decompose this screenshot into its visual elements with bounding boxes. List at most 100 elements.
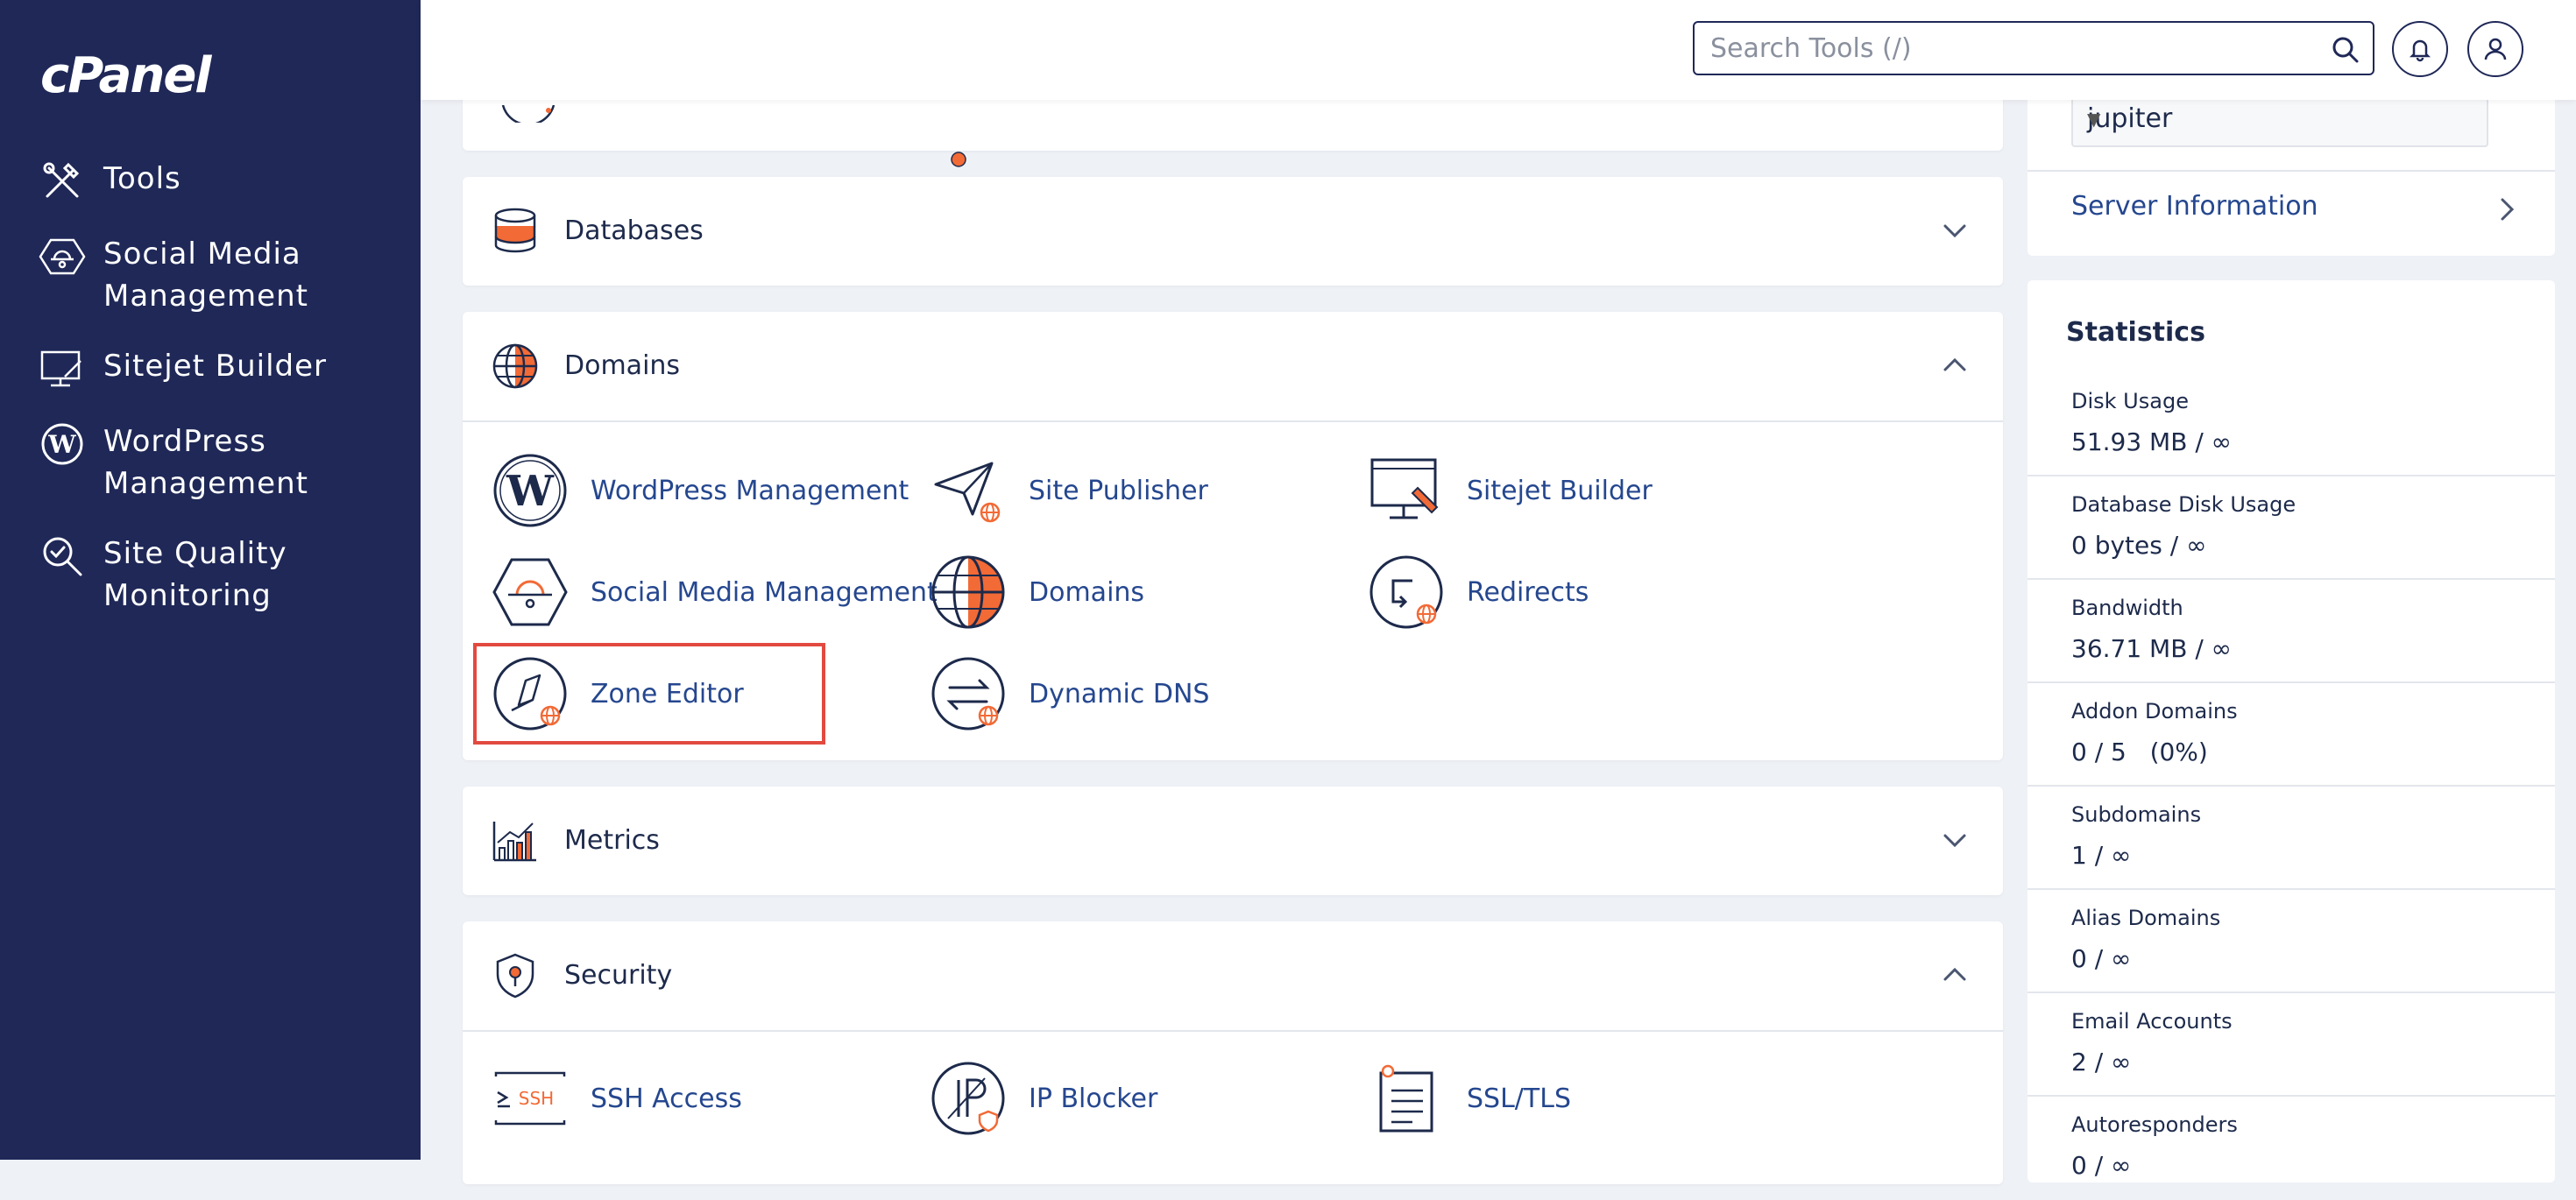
statistics-panel: Statistics Disk Usage 51.93 MB / ∞ Datab… <box>2028 280 2555 1182</box>
section-title: Metrics <box>564 825 660 856</box>
svg-text:W: W <box>506 467 555 516</box>
section-title: Domains <box>564 350 681 381</box>
tool-label: Domains <box>1029 576 1145 608</box>
stat-value: 0 / ∞ <box>2071 944 2132 973</box>
domains-header[interactable]: Domains <box>463 312 2003 420</box>
stat-disk-usage[interactable]: Disk Usage 51.93 MB / ∞ <box>2028 373 2555 476</box>
sidebar-item-wordpress[interactable]: W WordPress Management <box>39 420 407 505</box>
metrics-section: Metrics <box>463 787 2003 895</box>
domains-section: Domains W WordPress Management Site Publ… <box>463 312 2003 760</box>
sidebar-item-label: Tools <box>103 161 181 196</box>
stat-value: 1 / ∞ <box>2071 841 2132 870</box>
cpanel-logo[interactable]: cPanel <box>40 40 211 110</box>
tool-wordpress-management[interactable]: W WordPress Management <box>492 448 909 533</box>
stat-name: Autoresponders <box>2071 1112 2238 1137</box>
partial-tool-icon <box>501 105 556 123</box>
stat-autoresponders[interactable]: Autoresponders 0 / ∞ <box>2028 1097 2555 1200</box>
stat-name: Database Disk Usage <box>2071 492 2296 517</box>
databases-section: Databases <box>463 177 2003 286</box>
tool-redirects[interactable]: Redirects <box>1369 550 1589 634</box>
stat-value: 0 bytes / ∞ <box>2071 531 2207 560</box>
section-title: Databases <box>564 215 704 246</box>
stat-value: 36.71 MB / ∞ <box>2071 634 2232 663</box>
bell-icon <box>2409 39 2431 62</box>
sidebar-nav: Tools Social Media Management Sitejet Bu… <box>39 158 407 645</box>
stat-name: Alias Domains <box>2071 906 2221 930</box>
tool-site-publisher[interactable]: Site Publisher <box>931 448 1208 533</box>
section-title: Security <box>564 960 673 991</box>
user-icon <box>2484 38 2507 60</box>
notifications-button[interactable] <box>2392 21 2448 77</box>
social-media-icon <box>39 238 86 275</box>
sidebar-item-label: Site Quality Monitoring <box>103 536 287 613</box>
tool-ip-blocker[interactable]: IP Blocker <box>931 1056 1157 1140</box>
top-bar <box>421 0 2576 100</box>
chevron-down-icon[interactable] <box>1940 215 1970 245</box>
wordpress-icon: W <box>493 454 567 527</box>
tools-icon <box>43 162 80 198</box>
site-quality-icon <box>43 537 82 576</box>
stat-name: Addon Domains <box>2071 699 2238 724</box>
databases-header[interactable]: Databases <box>463 177 2003 286</box>
panel-divider <box>2028 170 2555 172</box>
tool-dynamic-dns[interactable]: Dynamic DNS <box>931 652 1209 736</box>
stat-addon-domains[interactable]: Addon Domains 0 / 5 (0%) <box>2028 683 2555 787</box>
ssh-icon: SSH <box>494 1071 566 1126</box>
chevron-down-icon[interactable] <box>1940 825 1970 855</box>
tool-ssl-tls[interactable]: SSL/TLS <box>1369 1056 1571 1140</box>
tool-label: Social Media Management <box>591 576 938 608</box>
stat-alias-domains[interactable]: Alias Domains 0 / ∞ <box>2028 890 2555 993</box>
social-media-icon <box>492 558 568 626</box>
chevron-right-icon[interactable] <box>2494 196 2520 222</box>
database-icon <box>494 208 536 253</box>
stat-subdomains[interactable]: Subdomains 1 / ∞ <box>2028 787 2555 890</box>
tool-label: IP Blocker <box>1029 1083 1158 1114</box>
metrics-chart-icon <box>492 822 536 862</box>
tool-domains[interactable]: Domains <box>931 550 1144 634</box>
sidebar-item-label: Sitejet Builder <box>103 349 328 384</box>
security-section: Security SSH SSH Access IP Blocker SSL/T… <box>463 921 2003 1184</box>
zone-editor-highlight <box>473 643 825 745</box>
sidebar-item-social-media[interactable]: Social Media Management <box>39 233 407 317</box>
tool-sitejet-builder[interactable]: Sitejet Builder <box>1369 448 1652 533</box>
sidebar-item-sitejet[interactable]: Sitejet Builder <box>39 345 407 392</box>
site-publisher-icon <box>934 462 1001 523</box>
sidebar-item-site-quality[interactable]: Site Quality Monitoring <box>39 533 407 617</box>
sidebar-item-tools[interactable]: Tools <box>39 158 407 205</box>
tool-label: SSH Access <box>591 1083 742 1114</box>
chevron-up-icon[interactable] <box>1940 350 1970 380</box>
stat-database-disk-usage[interactable]: Database Disk Usage 0 bytes / ∞ <box>2028 476 2555 580</box>
stat-value: 51.93 MB / ∞ <box>2071 427 2232 456</box>
search-input[interactable] <box>1709 32 2308 65</box>
svg-text:W: W <box>47 430 76 459</box>
search-box[interactable] <box>1693 21 2374 75</box>
domains-globe-icon <box>931 555 1005 629</box>
caret-down-icon: ▼ <box>2087 109 2101 130</box>
dynamic-dns-icon <box>931 657 1005 731</box>
stat-email-accounts[interactable]: Email Accounts 2 / ∞ <box>2028 993 2555 1097</box>
tool-ssh-access[interactable]: SSH SSH Access <box>492 1056 742 1140</box>
chevron-up-icon[interactable] <box>1940 960 1970 990</box>
tool-social-media-management[interactable]: Social Media Management <box>492 550 938 634</box>
section-divider <box>463 1030 2003 1032</box>
redirects-icon <box>1369 555 1443 629</box>
globe-icon <box>492 343 538 389</box>
search-icon[interactable] <box>2331 35 2360 65</box>
tool-label: Redirects <box>1467 576 1589 608</box>
shield-icon <box>496 953 534 999</box>
tool-label: Sitejet Builder <box>1467 475 1652 506</box>
sidebar: cPanel Tools Social Media Management Sit… <box>0 0 421 1160</box>
sitejet-icon <box>1370 458 1439 519</box>
section-divider <box>463 420 2003 422</box>
statistics-title: Statistics <box>2066 317 2205 348</box>
sitejet-icon <box>40 350 81 387</box>
tool-label: Dynamic DNS <box>1029 678 1210 709</box>
server-information-link[interactable]: Server Information <box>2071 191 2318 222</box>
svg-text:SSH: SSH <box>519 1088 554 1109</box>
metrics-header[interactable]: Metrics <box>463 787 2003 895</box>
partial-dot-icon <box>951 152 966 167</box>
user-menu-button[interactable] <box>2467 21 2523 77</box>
security-header[interactable]: Security <box>463 921 2003 1030</box>
tool-label: WordPress Management <box>591 475 909 506</box>
stat-bandwidth[interactable]: Bandwidth 36.71 MB / ∞ <box>2028 580 2555 683</box>
